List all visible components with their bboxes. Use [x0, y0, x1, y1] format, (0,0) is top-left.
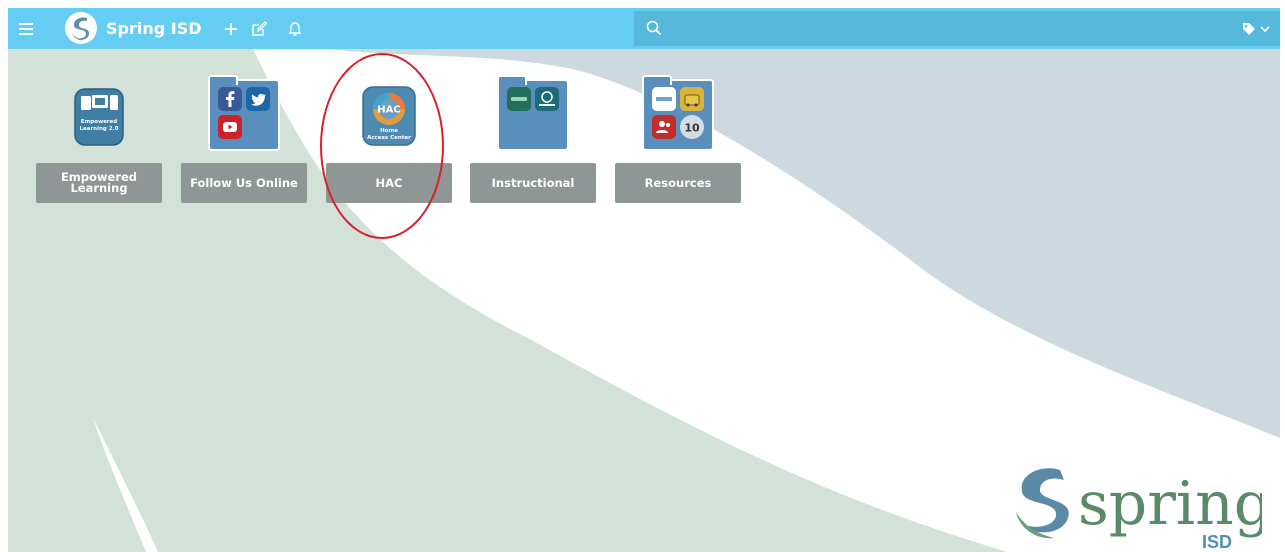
- search-input[interactable]: [670, 17, 1214, 41]
- search-bar[interactable]: [634, 11, 1280, 46]
- twitter-icon: [246, 87, 270, 111]
- hamburger-menu-icon[interactable]: [12, 15, 40, 43]
- youtube-icon: [218, 115, 242, 139]
- tag-icon: [1243, 23, 1255, 35]
- launchpad-screen: Spring ISD Empowered Learning 2.0 Empowe…: [8, 8, 1280, 552]
- bus-app-icon: [680, 87, 704, 111]
- app-icon: [507, 87, 531, 111]
- edit-icon[interactable]: [248, 18, 270, 40]
- svg-text:10: 10: [684, 122, 700, 135]
- svg-text:Empowered: Empowered: [81, 119, 117, 125]
- empowered-learning-icon[interactable]: Empowered Learning 2.0: [63, 79, 135, 151]
- brand[interactable]: Spring ISD: [64, 11, 202, 45]
- tile-label[interactable]: Instructional: [470, 163, 596, 203]
- tile-label[interactable]: Follow Us Online: [181, 163, 307, 203]
- count-badge: 10: [680, 115, 704, 139]
- chevron-down-icon: [1260, 26, 1270, 33]
- folder-icon[interactable]: [497, 75, 569, 151]
- svg-text:HAC: HAC: [377, 105, 400, 116]
- spring-isd-logo-icon: [65, 12, 97, 44]
- spring-isd-watermark: spring ISD: [1012, 466, 1272, 552]
- svg-text:ISD: ISD: [1202, 532, 1232, 552]
- app-icon: [652, 87, 676, 111]
- tile-label[interactable]: HAC: [326, 163, 452, 203]
- tile-label-line: Learning: [70, 181, 128, 195]
- plus-icon[interactable]: [220, 18, 242, 40]
- home-access-center-icon[interactable]: HAC Home Access Center: [353, 79, 425, 151]
- folder-icon[interactable]: [208, 75, 280, 151]
- svg-text:Access Center: Access Center: [367, 135, 411, 141]
- svg-text:Home: Home: [380, 128, 398, 134]
- contacts-icon: [652, 115, 676, 139]
- schoology-icon: [535, 87, 559, 111]
- tile-label[interactable]: Empowered Learning: [36, 163, 162, 203]
- app-title: Spring ISD: [106, 18, 202, 38]
- facebook-icon: [218, 87, 242, 111]
- svg-text:Learning 2.0: Learning 2.0: [80, 126, 119, 132]
- folder-icon[interactable]: 10: [642, 75, 714, 151]
- tag-filter-dropdown[interactable]: [1242, 22, 1270, 36]
- tile-label[interactable]: Resources: [615, 163, 741, 203]
- svg-text:spring: spring: [1078, 469, 1262, 539]
- bell-icon[interactable]: [284, 18, 306, 40]
- search-icon: [646, 20, 662, 41]
- top-bar: Spring ISD: [8, 8, 1280, 49]
